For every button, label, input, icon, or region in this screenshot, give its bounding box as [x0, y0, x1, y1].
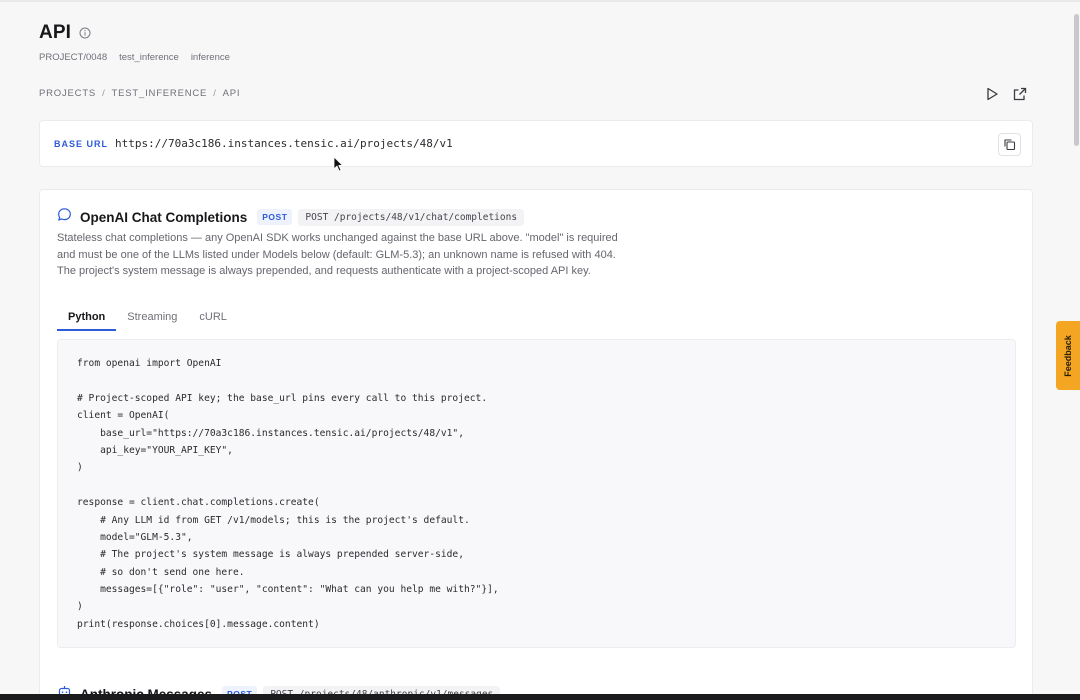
- breadcrumb: PROJECTS / TEST_INFERENCE / API: [39, 88, 240, 99]
- endpoint-title: OpenAI Chat Completions: [80, 209, 248, 225]
- tag-project-name: test_inference: [119, 52, 179, 63]
- tag-project-type: inference: [190, 52, 230, 63]
- code-tabs: Python Streaming cURL: [57, 305, 238, 331]
- base-url-label: BASE URL: [54, 138, 109, 149]
- breadcrumb-project[interactable]: TEST_INFERENCE: [112, 88, 208, 99]
- code-line: base_url="https://70a3c186.instances.ten…: [77, 427, 464, 439]
- breadcrumb-projects[interactable]: PROJECTS: [39, 88, 96, 99]
- code-line: ): [77, 601, 83, 613]
- tab-curl[interactable]: cURL: [188, 305, 238, 331]
- endpoint-header: OpenAI Chat Completions POST POST /proje…: [57, 207, 525, 227]
- breadcrumb-current: API: [222, 88, 241, 99]
- breadcrumb-separator: /: [102, 88, 106, 99]
- code-line: # so don't send one here.: [77, 566, 245, 578]
- base-url-card: BASE URL https://70a3c186.instances.tens…: [39, 120, 1033, 167]
- chat-bubble-icon: [57, 207, 72, 227]
- page-title: API: [39, 22, 71, 43]
- endpoint-description: Stateless chat completions — any OpenAI …: [57, 232, 618, 277]
- header-actions: [983, 85, 1029, 103]
- code-block[interactable]: from openai import OpenAI # Project-scop…: [57, 339, 1016, 648]
- info-icon[interactable]: [79, 27, 92, 40]
- top-border: [0, 0, 1080, 2]
- scroll-thumb[interactable]: [1074, 14, 1079, 146]
- tag-project-id: PROJECT/0048: [39, 52, 108, 63]
- breadcrumb-separator: /: [213, 88, 217, 99]
- code-line: from openai import OpenAI: [77, 358, 222, 369]
- copy-button[interactable]: [998, 133, 1021, 156]
- bottom-bar: [0, 694, 1080, 700]
- code-line: response = client.chat.completions.creat…: [77, 497, 320, 509]
- copy-icon: [1004, 139, 1016, 151]
- play-icon[interactable]: [983, 85, 1001, 103]
- code-line: # The project's system message is always…: [77, 549, 464, 561]
- tab-streaming[interactable]: Streaming: [116, 305, 188, 331]
- feedback-label: Feedback: [1063, 334, 1073, 377]
- code-line: print(response.choices[0].message.conten…: [77, 618, 320, 630]
- endpoint-path: POST /projects/48/v1/chat/completions: [298, 208, 525, 226]
- base-url-value[interactable]: https://70a3c186.instances.tensic.ai/pro…: [115, 137, 453, 150]
- code-line: ): [77, 462, 83, 474]
- code-line: model="GLM-5.3",: [77, 531, 193, 543]
- endpoint-card-openai: OpenAI Chat Completions POST POST /proje…: [39, 189, 1033, 700]
- code-line: client = OpenAI(: [77, 410, 170, 422]
- mouse-cursor-icon: [333, 156, 343, 172]
- scrollbar[interactable]: [1073, 0, 1080, 700]
- title-row: API: [39, 22, 92, 44]
- code-line: messages=[{"role": "user", "content": "W…: [77, 584, 499, 596]
- code-line: # Project-scoped API key; the base_url p…: [77, 392, 488, 404]
- tab-python[interactable]: Python: [57, 305, 117, 331]
- project-tags: PROJECT/0048 test_inference inference: [39, 52, 230, 63]
- code-line: # Any LLM id from GET /v1/models; this i…: [77, 514, 470, 526]
- method-badge: POST: [257, 209, 293, 225]
- code-line: api_key="YOUR_API_KEY",: [77, 444, 233, 456]
- external-link-icon[interactable]: [1011, 85, 1029, 103]
